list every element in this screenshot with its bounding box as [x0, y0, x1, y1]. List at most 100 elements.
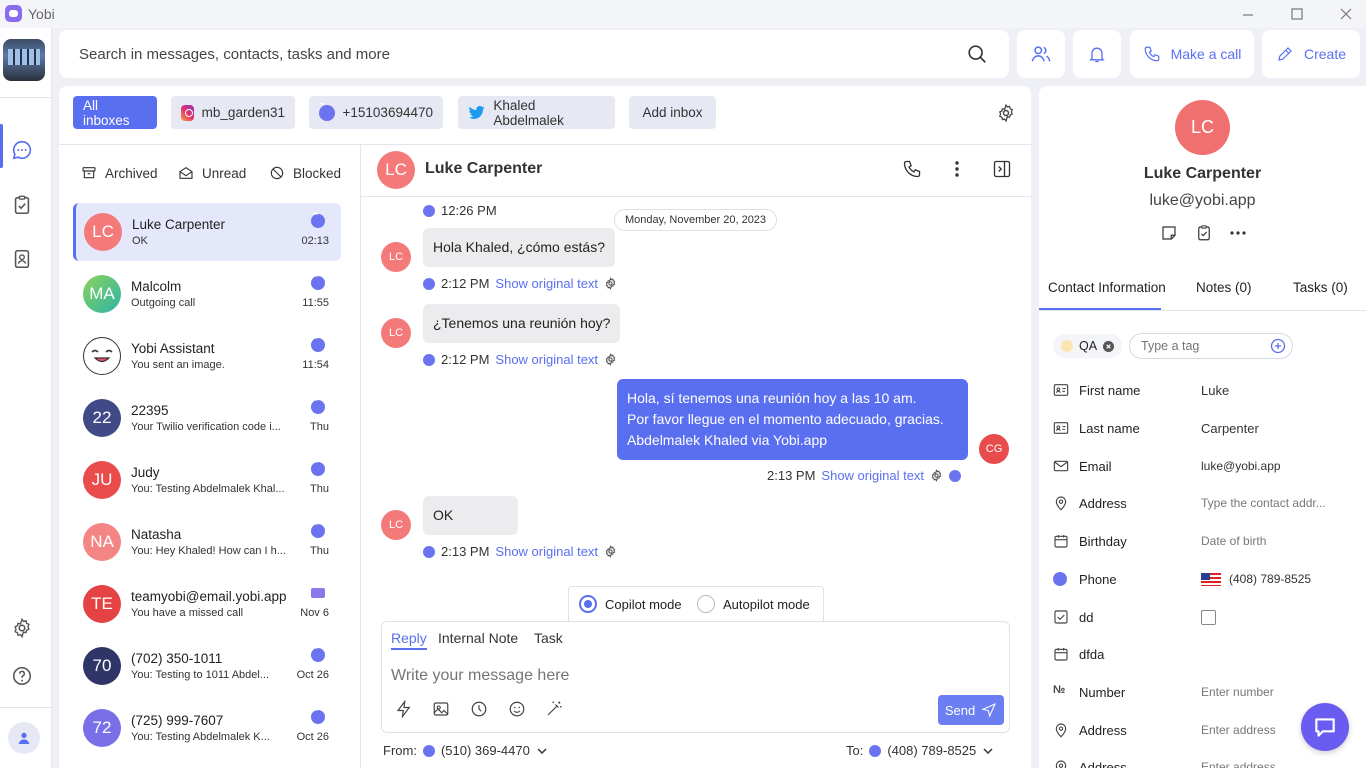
inbox-chip-sms[interactable]: +15103694470 [309, 96, 443, 129]
conversation-time: 11:55 [302, 297, 329, 309]
field-dfda[interactable]: dfda [1053, 644, 1353, 664]
message-avatar: LC [381, 318, 411, 348]
date-divider: Monday, November 20, 2023 [614, 209, 778, 231]
create-button[interactable]: Create [1262, 30, 1360, 78]
inbox-settings-gear-icon[interactable] [996, 103, 1016, 123]
app-name: Yobi [28, 6, 55, 22]
conversation-item[interactable]: JU Judy You: Testing Abdelmalek Khal... … [73, 451, 341, 509]
close-icon[interactable] [1336, 4, 1356, 24]
from-number: (510) 369-4470 [440, 743, 530, 758]
tab-task[interactable]: Task [534, 630, 563, 646]
tasks-nav-icon[interactable] [6, 189, 38, 221]
messages-nav-icon[interactable] [6, 134, 38, 166]
conversation-item[interactable]: 22 22395 Your Twilio verification code i… [73, 389, 341, 447]
to-number-select[interactable]: To: (408) 789-8525 [846, 742, 994, 758]
field-number[interactable]: № Number Enter number [1053, 682, 1353, 702]
search-icon[interactable] [966, 43, 988, 65]
call-contact-phone-icon[interactable] [902, 159, 922, 179]
attach-image-icon[interactable] [432, 700, 450, 718]
dd-checkbox[interactable] [1201, 609, 1216, 625]
settings-gear-icon[interactable] [6, 612, 38, 644]
translate-settings-gear-icon[interactable] [930, 469, 943, 482]
quick-reply-bolt-icon[interactable] [395, 700, 413, 718]
conversation-item[interactable]: Yobi Assistant You sent an image. 11:54 [73, 327, 341, 385]
message-input[interactable] [391, 664, 991, 688]
autopilot-mode-label: Autopilot mode [723, 596, 810, 612]
user-profile-icon[interactable] [8, 722, 40, 754]
field-dd[interactable]: dd [1053, 607, 1353, 627]
title-bar: Yobi [0, 0, 1366, 28]
send-button[interactable]: Send [938, 695, 1004, 725]
show-original-link[interactable]: Show original text [495, 352, 598, 367]
minimize-icon[interactable] [1238, 4, 1258, 24]
translate-settings-gear-icon[interactable] [604, 277, 617, 290]
show-original-link[interactable]: Show original text [495, 276, 598, 291]
contacts-nav-icon[interactable] [6, 243, 38, 275]
conversation-item[interactable]: MA Malcolm Outgoing call 11:55 [73, 265, 341, 323]
conversation-item[interactable]: 70 (702) 350-1011 You: Testing to 1011 A… [73, 637, 341, 695]
maximize-icon[interactable] [1287, 4, 1307, 24]
workspace-avatar[interactable] [3, 39, 45, 81]
conversation-item[interactable]: LC Luke Carpenter OK 02:13 [73, 203, 341, 261]
notifications-button[interactable] [1073, 30, 1121, 78]
autopilot-mode-radio[interactable]: Autopilot mode [697, 595, 810, 613]
copilot-mode-radio[interactable]: Copilot mode [579, 595, 682, 613]
calendar-icon [1054, 535, 1068, 548]
make-call-button[interactable]: Make a call [1130, 30, 1254, 78]
support-chat-button[interactable] [1301, 703, 1349, 751]
sms-channel-icon [423, 351, 435, 366]
team-button[interactable] [1017, 30, 1065, 78]
conversation-name: (702) 350-1011 [131, 651, 223, 666]
tabs-divider [1039, 310, 1366, 311]
conversation-item[interactable]: 72 (725) 999-7607 You: Testing Abdelmale… [73, 699, 341, 757]
field-label: dd [1079, 609, 1094, 625]
inbox-chip-all[interactable]: All inboxes [73, 96, 157, 129]
help-icon[interactable] [6, 660, 38, 692]
schedule-clock-icon[interactable] [470, 700, 488, 718]
twitter-icon [468, 105, 485, 119]
field-first-name[interactable]: First name Luke [1053, 380, 1353, 400]
field-email[interactable]: Email luke@yobi.app [1053, 456, 1353, 476]
conversation-item[interactable]: TE teamyobi@email.yobi.app You have a mi… [73, 575, 341, 633]
emoji-icon[interactable] [508, 700, 526, 718]
conversation-preview: You: Testing to 1011 Abdel... [131, 669, 270, 681]
contact-email: luke@yobi.app [1149, 192, 1256, 209]
message-bubble-incoming: OK [423, 496, 518, 535]
field-value: Carpenter [1201, 420, 1259, 436]
add-task-icon[interactable] [1195, 224, 1213, 242]
tab-tasks[interactable]: Tasks (0) [1293, 280, 1348, 295]
more-actions-icon[interactable] [1229, 224, 1247, 242]
translate-settings-gear-icon[interactable] [604, 353, 617, 366]
inbox-chip-instagram[interactable]: mb_garden31 [171, 96, 295, 129]
inbox-chip-twitter[interactable]: Khaled Abdelmalek [458, 96, 615, 129]
tab-reply[interactable]: Reply [391, 630, 427, 650]
tab-contact-information[interactable]: Contact Information [1048, 280, 1166, 295]
add-note-icon[interactable] [1160, 224, 1178, 242]
show-original-link[interactable]: Show original text [495, 544, 598, 559]
show-original-link[interactable]: Show original text [821, 468, 924, 483]
sms-channel-icon [869, 742, 882, 757]
field-address[interactable]: Address Type the contact addr... [1053, 493, 1353, 513]
field-last-name[interactable]: Last name Carpenter [1053, 418, 1353, 438]
translate-settings-gear-icon[interactable] [604, 545, 617, 558]
ai-magic-wand-icon[interactable] [545, 700, 563, 718]
more-options-icon[interactable] [947, 159, 967, 179]
field-phone[interactable]: Phone (408) 789-8525 [1053, 569, 1353, 589]
filter-unread[interactable]: Unread [178, 165, 246, 181]
message-time: 2:13 PM [441, 544, 490, 559]
field-birthday[interactable]: Birthday Date of birth [1053, 531, 1353, 551]
from-number-select[interactable]: From: (510) 369-4470 [383, 742, 548, 758]
add-inbox-button[interactable]: Add inbox [629, 96, 716, 129]
sms-channel-icon [423, 543, 435, 558]
tab-notes[interactable]: Notes (0) [1196, 280, 1252, 295]
add-tag-icon[interactable] [1270, 338, 1286, 354]
field-address-3[interactable]: Address Enter address [1053, 757, 1353, 768]
filter-blocked[interactable]: Blocked [269, 165, 341, 181]
tab-internal-note[interactable]: Internal Note [438, 630, 518, 646]
conversation-item[interactable]: NA Natasha You: Hey Khaled! How can I h.… [73, 513, 341, 571]
tag-input[interactable] [1141, 338, 1261, 354]
filter-archived[interactable]: Archived [81, 165, 158, 181]
toggle-panel-icon[interactable] [992, 159, 1012, 179]
remove-tag-icon[interactable] [1103, 340, 1115, 352]
search-input[interactable] [79, 42, 939, 66]
